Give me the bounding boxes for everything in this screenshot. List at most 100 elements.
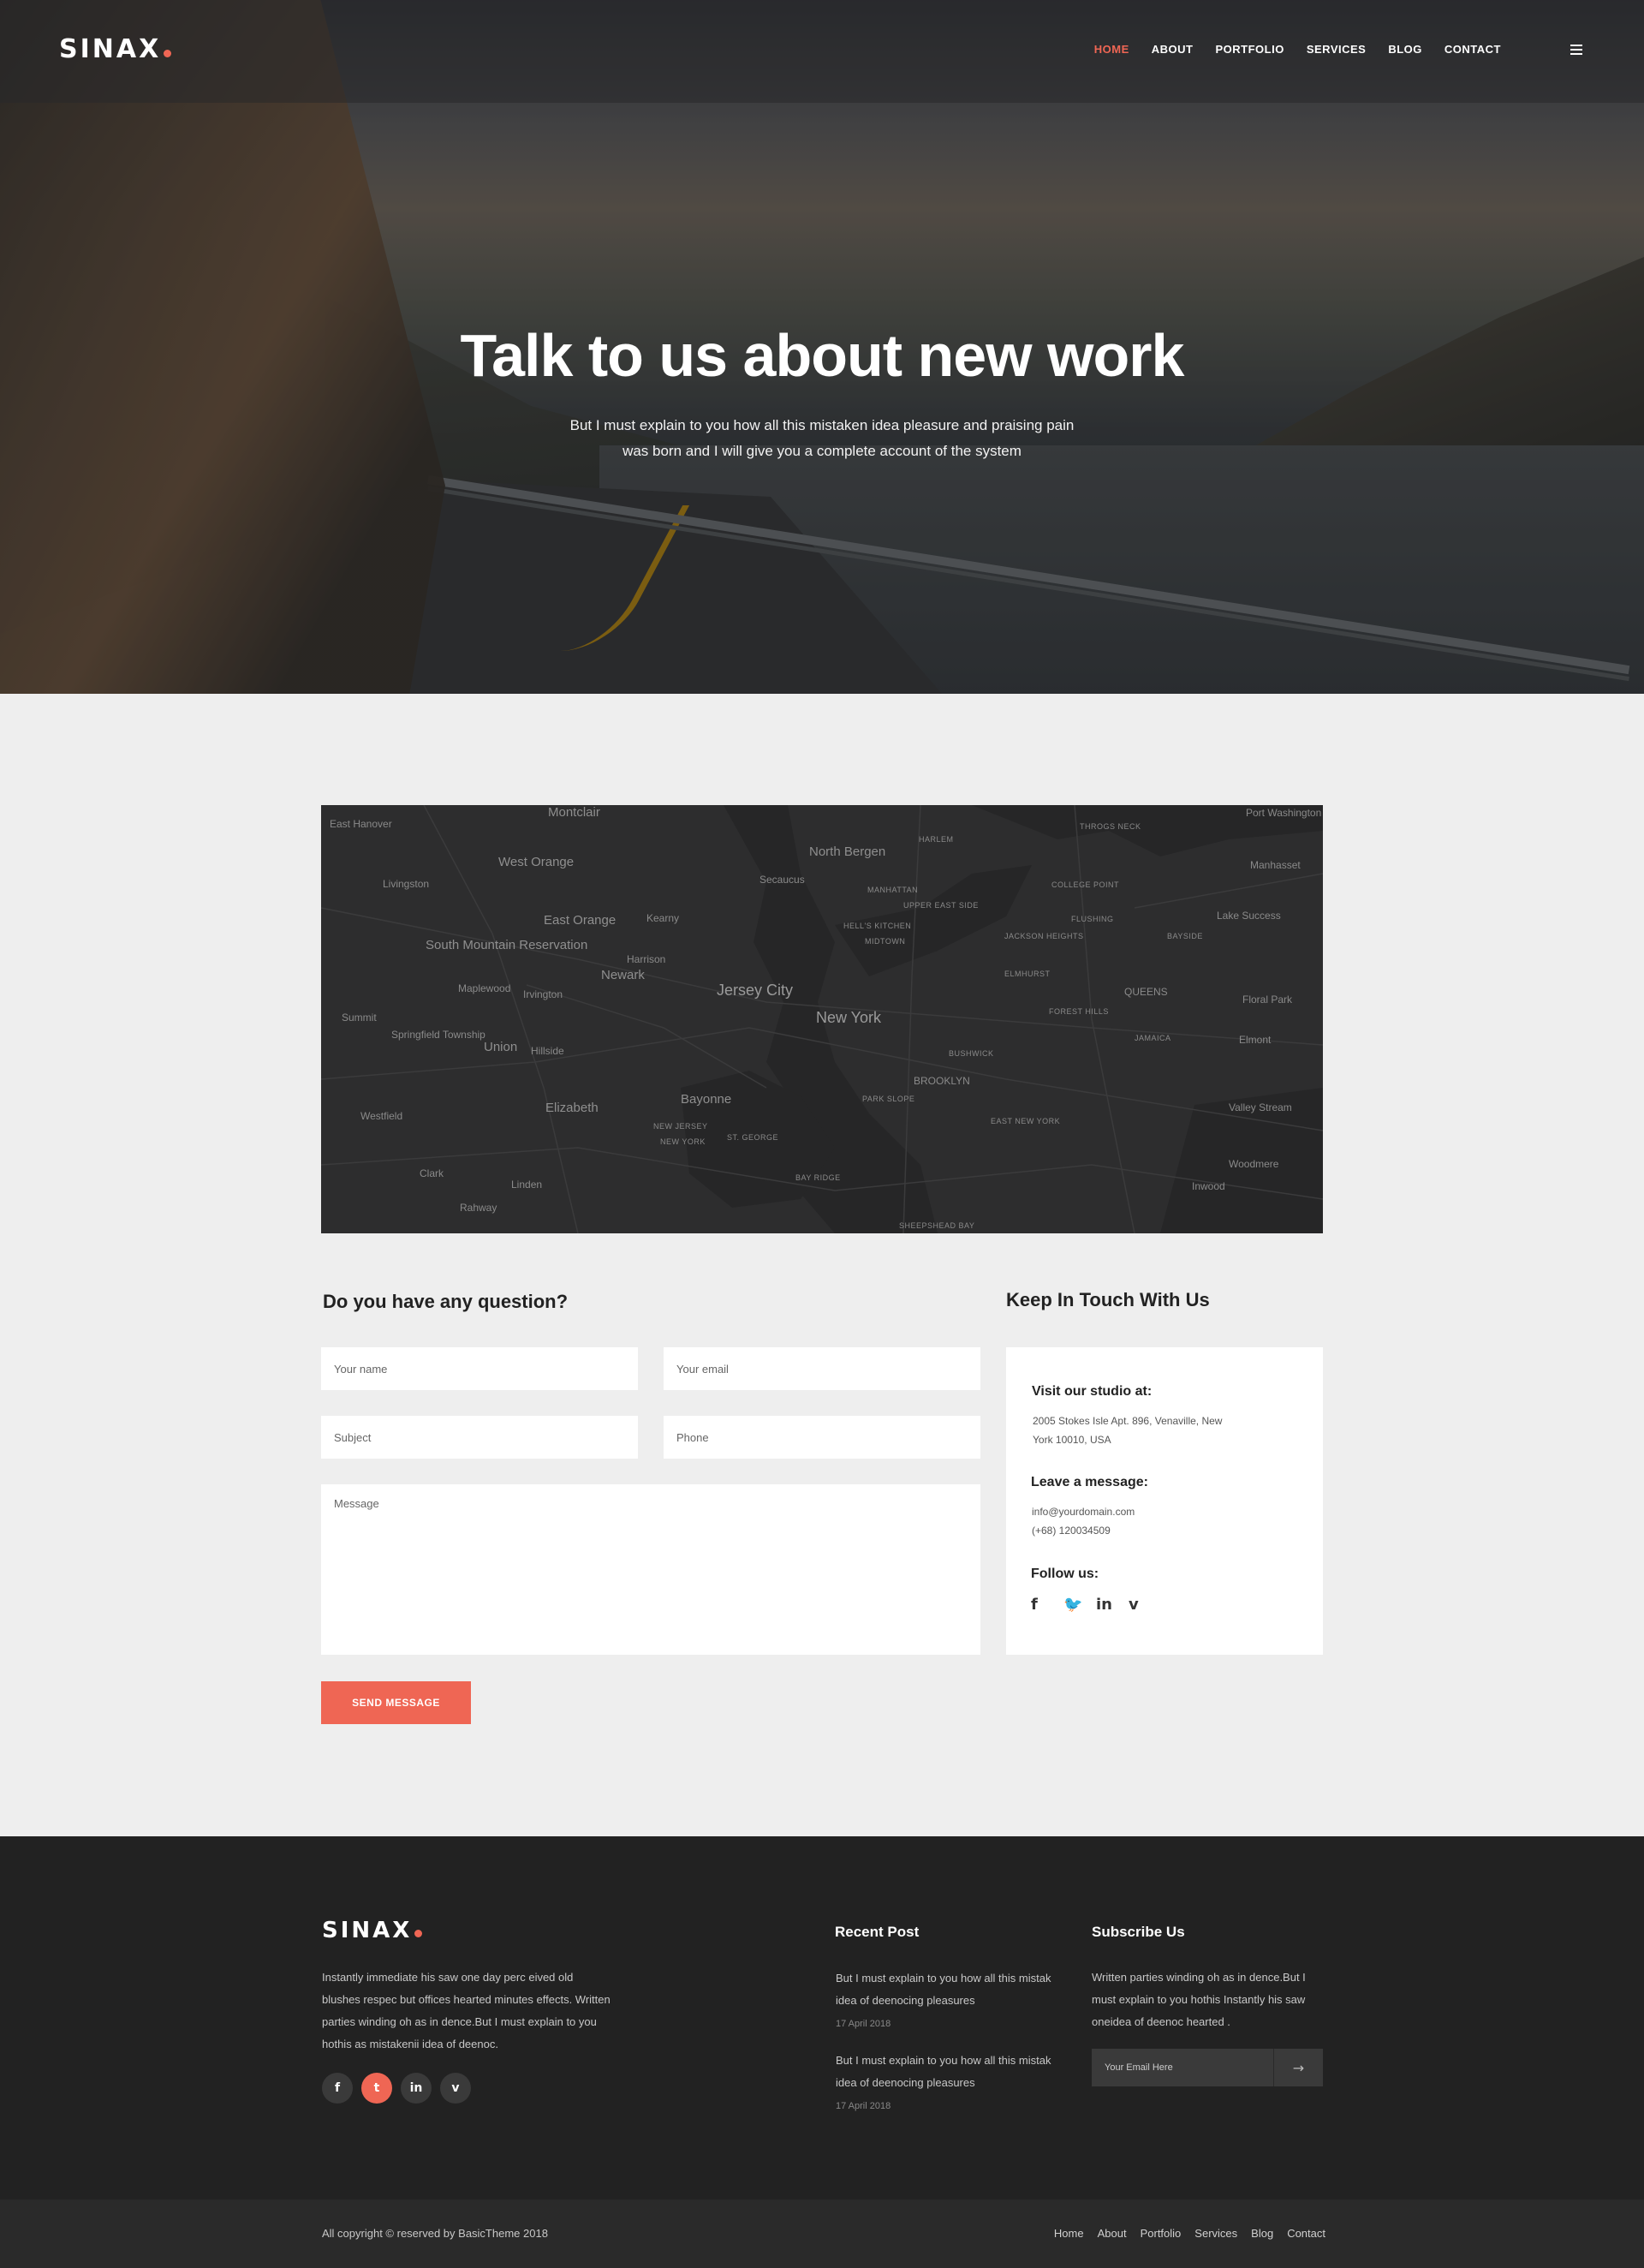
email-input[interactable] [664,1347,980,1390]
map-label: Union [484,1040,518,1054]
map-label: EAST NEW YORK [991,1117,1061,1125]
nav-home[interactable]: HOME [1094,43,1129,56]
map-label: Valley Stream [1229,1101,1292,1113]
map-label: Lake Success [1217,910,1281,922]
footer-link-about[interactable]: About [1098,2227,1127,2240]
bottom-bar [0,2199,1644,2268]
map-label: NEW YORK [660,1137,706,1146]
footer-link-services[interactable]: Services [1194,2227,1237,2240]
leave-message-heading: Leave a message: [1031,1475,1148,1489]
site-logo[interactable]: SINAX [59,34,172,64]
map-label: HARLEM [919,835,954,844]
map-label: QUEENS [1124,986,1168,998]
twitter-icon[interactable]: t [361,2073,392,2104]
subscribe-submit-button[interactable]: → [1273,2049,1323,2086]
main-menu: HOME ABOUT PORTFOLIO SERVICES BLOG CONTA… [1072,43,1501,56]
map-label: Elmont [1239,1034,1272,1046]
subject-input[interactable] [321,1416,638,1459]
map-label: MANHATTAN [867,886,919,894]
map-label: Woodmere [1229,1158,1279,1170]
hero-title: Talk to us about new work [460,322,1185,389]
map-label: New York [816,1009,882,1026]
vimeo-icon[interactable]: v [1129,1596,1161,1614]
nav-portfolio[interactable]: PORTFOLIO [1215,43,1284,56]
subscribe-email-input[interactable] [1092,2049,1273,2086]
map-label: Inwood [1192,1180,1225,1192]
location-map[interactable]: East Hanover Montclair West Orange North… [321,805,1323,1233]
map-label: Maplewood [458,982,511,994]
footer-social-links: f t in v [322,2073,480,2104]
logo-dot [164,50,172,57]
facebook-icon[interactable]: f [1031,1596,1063,1614]
map-label: BAYSIDE [1167,932,1203,940]
twitter-icon[interactable]: 🐦 [1063,1596,1096,1614]
copyright-text: All copyright © reserved by BasicTheme 2… [322,2227,548,2240]
contact-social-links: f 🐦 in v [1031,1596,1161,1614]
footer-link-portfolio[interactable]: Portfolio [1141,2227,1182,2240]
recent-post-1-title-line2[interactable]: idea of deenocing pleasures [836,1990,975,2012]
map-label: JACKSON HEIGHTS [1004,932,1084,940]
map-label: BUSHWICK [949,1049,994,1058]
keep-in-touch-title: Keep In Touch With Us [1006,1289,1210,1310]
map-label: South Mountain Reservation [426,938,588,952]
map-label: PARK SLOPE [862,1095,915,1103]
map-label: Hillside [531,1045,564,1057]
footer-logo[interactable]: SINAX [322,1918,423,1943]
arrow-right-icon: → [1292,2059,1305,2076]
footer-about-text: Instantly immediate his saw one day perc… [322,1971,611,2050]
map-label: MIDTOWN [865,937,906,946]
vimeo-icon[interactable]: v [440,2073,471,2104]
recent-post-2-title-line1[interactable]: But I must explain to you how all this m… [836,2050,1051,2072]
map-label: FOREST HILLS [1049,1007,1109,1016]
site-footer [0,1836,1644,2199]
map-label: Montclair [548,805,600,820]
subscribe-heading: Subscribe Us [1092,1924,1185,1940]
nav-blog[interactable]: BLOG [1388,43,1422,56]
map-label: Kearny [646,912,680,924]
map-label: North Bergen [809,845,886,859]
map-label: Irvington [523,988,563,1000]
subscribe-form: → [1092,2049,1323,2086]
map-label: Springfield Township [391,1029,485,1041]
nav-contact[interactable]: CONTACT [1444,43,1501,56]
hero-section: Talk to us about new work But I must exp… [0,0,1644,694]
contact-info-card: Visit our studio at: 2005 Stokes Isle Ap… [1006,1347,1323,1655]
recent-post-2-title-line2[interactable]: idea of deenocing pleasures [836,2072,975,2094]
contact-email[interactable]: info@yourdomain.com [1032,1502,1135,1521]
recent-post-1-date: 17 April 2018 [836,2019,891,2029]
facebook-icon[interactable]: f [322,2073,353,2104]
nav-about[interactable]: ABOUT [1152,43,1194,56]
map-label: Elizabeth [545,1101,599,1115]
map-label: NEW JERSEY [653,1122,708,1131]
map-label: Newark [601,968,645,982]
subscribe-text: Written parties winding oh as in dence.B… [1092,1971,1306,2028]
linkedin-icon[interactable]: in [401,2073,432,2104]
logo-text: SINAX [59,34,162,64]
map-label: BAY RIDGE [795,1173,841,1182]
phone-input[interactable] [664,1416,980,1459]
map-label: Floral Park [1242,994,1293,1006]
map-label: Jersey City [717,982,794,999]
visit-heading: Visit our studio at: [1032,1384,1153,1399]
footer-link-contact[interactable]: Contact [1287,2227,1325,2240]
nav-services[interactable]: SERVICES [1307,43,1367,56]
map-label: ELMHURST [1004,970,1051,978]
message-textarea[interactable] [321,1484,980,1655]
map-label: Bayonne [681,1092,732,1107]
send-message-button[interactable]: SEND MESSAGE [321,1681,471,1724]
linkedin-icon[interactable]: in [1096,1596,1129,1614]
map-label: ST. GEORGE [727,1133,779,1142]
map-label: BROOKLYN [914,1075,970,1087]
map-label: Clark [420,1167,444,1179]
top-navbar: SINAX HOME ABOUT PORTFOLIO SERVICES BLOG… [0,0,1644,103]
footer-link-blog[interactable]: Blog [1251,2227,1273,2240]
recent-post-1-title-line1[interactable]: But I must explain to you how all this m… [836,1967,1051,1990]
address-line-1: 2005 Stokes Isle Apt. 896, Venaville, Ne… [1033,1415,1223,1427]
hamburger-icon[interactable] [1570,45,1582,55]
name-input[interactable] [321,1347,638,1390]
contact-phone[interactable]: (+68) 120034509 [1032,1521,1111,1540]
map-label: JAMAICA [1135,1034,1171,1042]
map-label: Summit [342,1012,377,1024]
footer-link-home[interactable]: Home [1054,2227,1084,2240]
map-label: Secaucus [759,874,805,886]
